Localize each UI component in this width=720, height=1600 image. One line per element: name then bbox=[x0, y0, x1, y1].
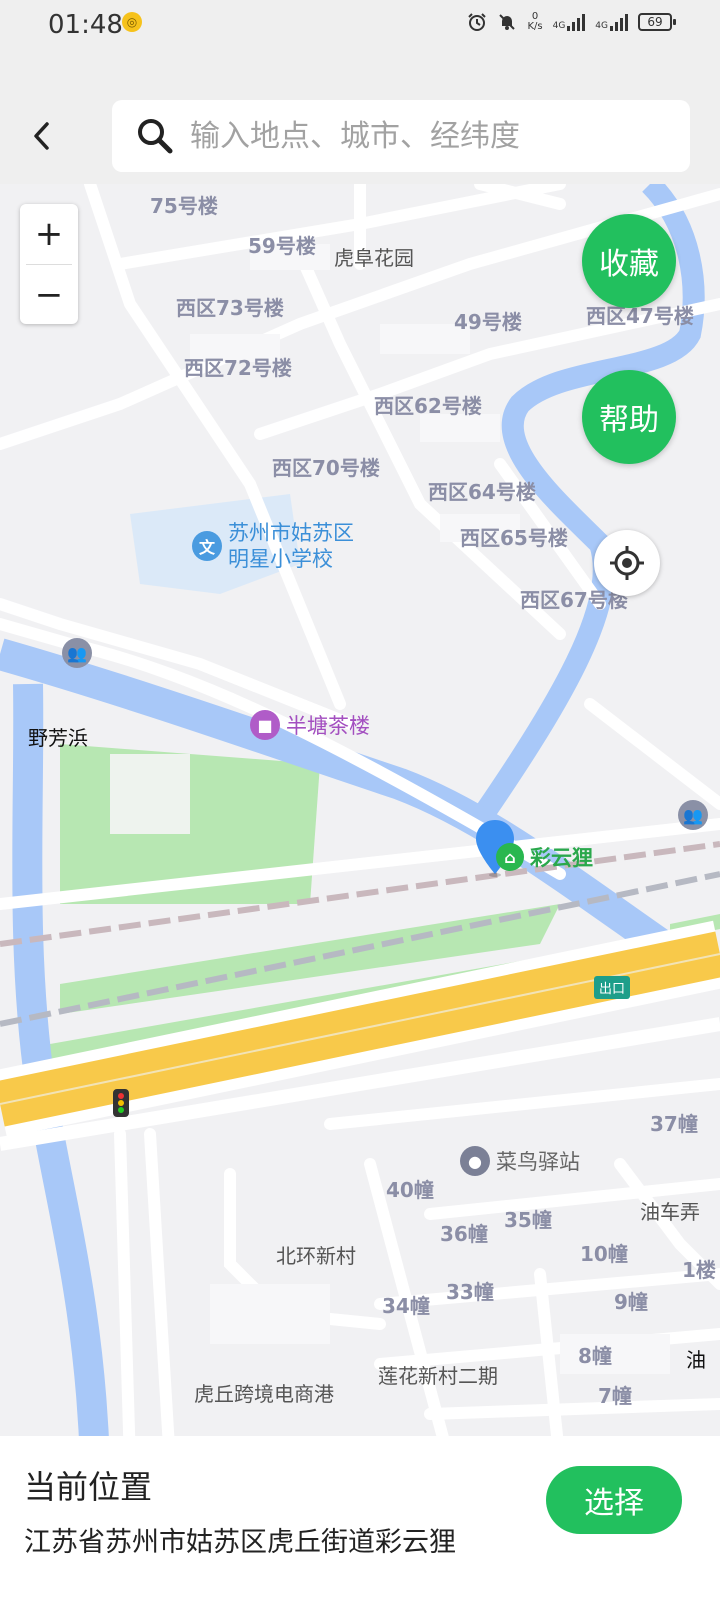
poi-caiyunli-label: 彩云狸 bbox=[530, 846, 593, 870]
mute-bell-icon bbox=[499, 14, 516, 30]
map-label-36: 36幢 bbox=[440, 1222, 488, 1246]
map-label-w73: 西区73号楼 bbox=[176, 296, 284, 320]
zoom-in-button[interactable]: + bbox=[20, 204, 78, 264]
map-label-beihuan: 北环新村 bbox=[276, 1244, 356, 1268]
map-label-w64: 西区64号楼 bbox=[428, 480, 536, 504]
net-speed-unit: K/s bbox=[527, 21, 543, 32]
favorite-button[interactable]: 收藏 bbox=[582, 214, 676, 308]
map-label-8: 8幢 bbox=[578, 1344, 612, 1368]
map-label-10: 10幢 bbox=[580, 1242, 628, 1266]
poi-school-line1: 苏州市姑苏区 bbox=[228, 521, 354, 545]
map-label-w72: 西区72号楼 bbox=[184, 356, 292, 380]
map-label-hufu-garden: 虎阜花园 bbox=[334, 246, 414, 270]
school-icon: 文 bbox=[192, 531, 222, 561]
back-arrow-icon bbox=[34, 122, 49, 150]
poi-cainiao[interactable]: ● 菜鸟驿站 bbox=[460, 1146, 580, 1176]
map-label-35: 35幢 bbox=[504, 1208, 552, 1232]
help-button[interactable]: 帮助 bbox=[582, 370, 676, 464]
notification-app-icon: ◎ bbox=[122, 12, 142, 32]
map-label-w65: 西区65号楼 bbox=[460, 526, 568, 550]
zoom-control: + − bbox=[20, 204, 78, 324]
restroom-icon: 👥 bbox=[62, 638, 92, 668]
search-input[interactable] bbox=[188, 117, 662, 155]
select-button[interactable]: 选择 bbox=[546, 1466, 682, 1534]
station-icon: ● bbox=[460, 1146, 490, 1176]
restroom-icon: 👥 bbox=[678, 800, 708, 830]
alarm-icon bbox=[468, 13, 487, 31]
map-label-49: 49号楼 bbox=[454, 310, 522, 334]
map-label-you: 油 bbox=[686, 1348, 706, 1372]
crosshair-icon bbox=[610, 546, 644, 580]
map-label-37: 37幢 bbox=[650, 1112, 698, 1136]
search-box[interactable] bbox=[112, 100, 690, 172]
map-label-33: 33幢 bbox=[446, 1280, 494, 1304]
locate-button[interactable] bbox=[594, 530, 660, 596]
map-label-1: 1楼 bbox=[682, 1258, 716, 1282]
status-bar: 01:48 ◎ 0 K/s 4G 4G 69 bbox=[0, 0, 720, 48]
map-label-lianhua: 莲花新村二期 bbox=[378, 1364, 498, 1388]
map-label-40: 40幢 bbox=[386, 1178, 434, 1202]
status-time: 01:48 bbox=[48, 10, 123, 40]
exit-badge: 出口 bbox=[594, 976, 631, 999]
map-label-7: 7幢 bbox=[598, 1384, 632, 1408]
poi-cainiao-label: 菜鸟驿站 bbox=[496, 1150, 580, 1174]
search-header bbox=[0, 88, 720, 184]
poi-banteng-label: 半塘茶楼 bbox=[286, 714, 370, 738]
search-icon bbox=[138, 119, 173, 154]
panel-address: 江苏省苏州市姑苏区虎丘街道彩云狸 bbox=[24, 1527, 456, 1558]
map-label-yefang: 野芳浜 bbox=[28, 726, 88, 750]
panel-title: 当前位置 bbox=[24, 1468, 153, 1506]
map-label-w70: 西区70号楼 bbox=[272, 456, 380, 480]
net-type-1: 4G bbox=[552, 21, 566, 31]
net-speed: 0 K/s bbox=[527, 12, 542, 32]
poi-school-line2: 明星小学校 bbox=[228, 547, 333, 571]
battery-level: 69 bbox=[647, 15, 663, 29]
net-type-2: 4G bbox=[595, 21, 608, 31]
map-label-youchenong: 油车弄 bbox=[640, 1200, 700, 1224]
traffic-light-icon bbox=[113, 1089, 129, 1117]
map-label-huqiu: 虎丘跨境电商港 bbox=[194, 1382, 334, 1406]
park-icon: ⌂ bbox=[496, 843, 524, 871]
map-label-9: 9幢 bbox=[614, 1290, 648, 1314]
map-label-34: 34幢 bbox=[382, 1294, 430, 1318]
restroom-poi[interactable]: 👥 bbox=[62, 638, 92, 668]
zoom-out-button[interactable]: − bbox=[20, 265, 78, 325]
signal-icon-2: 4G bbox=[595, 13, 628, 31]
restroom-poi-2[interactable]: 👥 bbox=[678, 800, 708, 830]
back-button[interactable] bbox=[22, 108, 62, 164]
teahouse-icon: ■ bbox=[250, 710, 280, 740]
map-label-59: 59号楼 bbox=[248, 234, 316, 258]
signal-icon-1: 4G bbox=[553, 13, 586, 31]
top-spacer bbox=[0, 48, 720, 88]
location-panel: 当前位置 江苏省苏州市姑苏区虎丘街道彩云狸 选择 bbox=[0, 1436, 720, 1600]
poi-banteng-teahouse[interactable]: ■ 半塘茶楼 bbox=[250, 710, 370, 740]
battery-icon: 69 bbox=[638, 13, 676, 31]
map-label-75: 75号楼 bbox=[150, 194, 218, 218]
poi-caiyunli[interactable]: ⌂ 彩云狸 bbox=[496, 842, 593, 872]
poi-school[interactable]: 文 苏州市姑苏区 明星小学校 bbox=[192, 520, 354, 572]
map-label-w62: 西区62号楼 bbox=[374, 394, 482, 418]
